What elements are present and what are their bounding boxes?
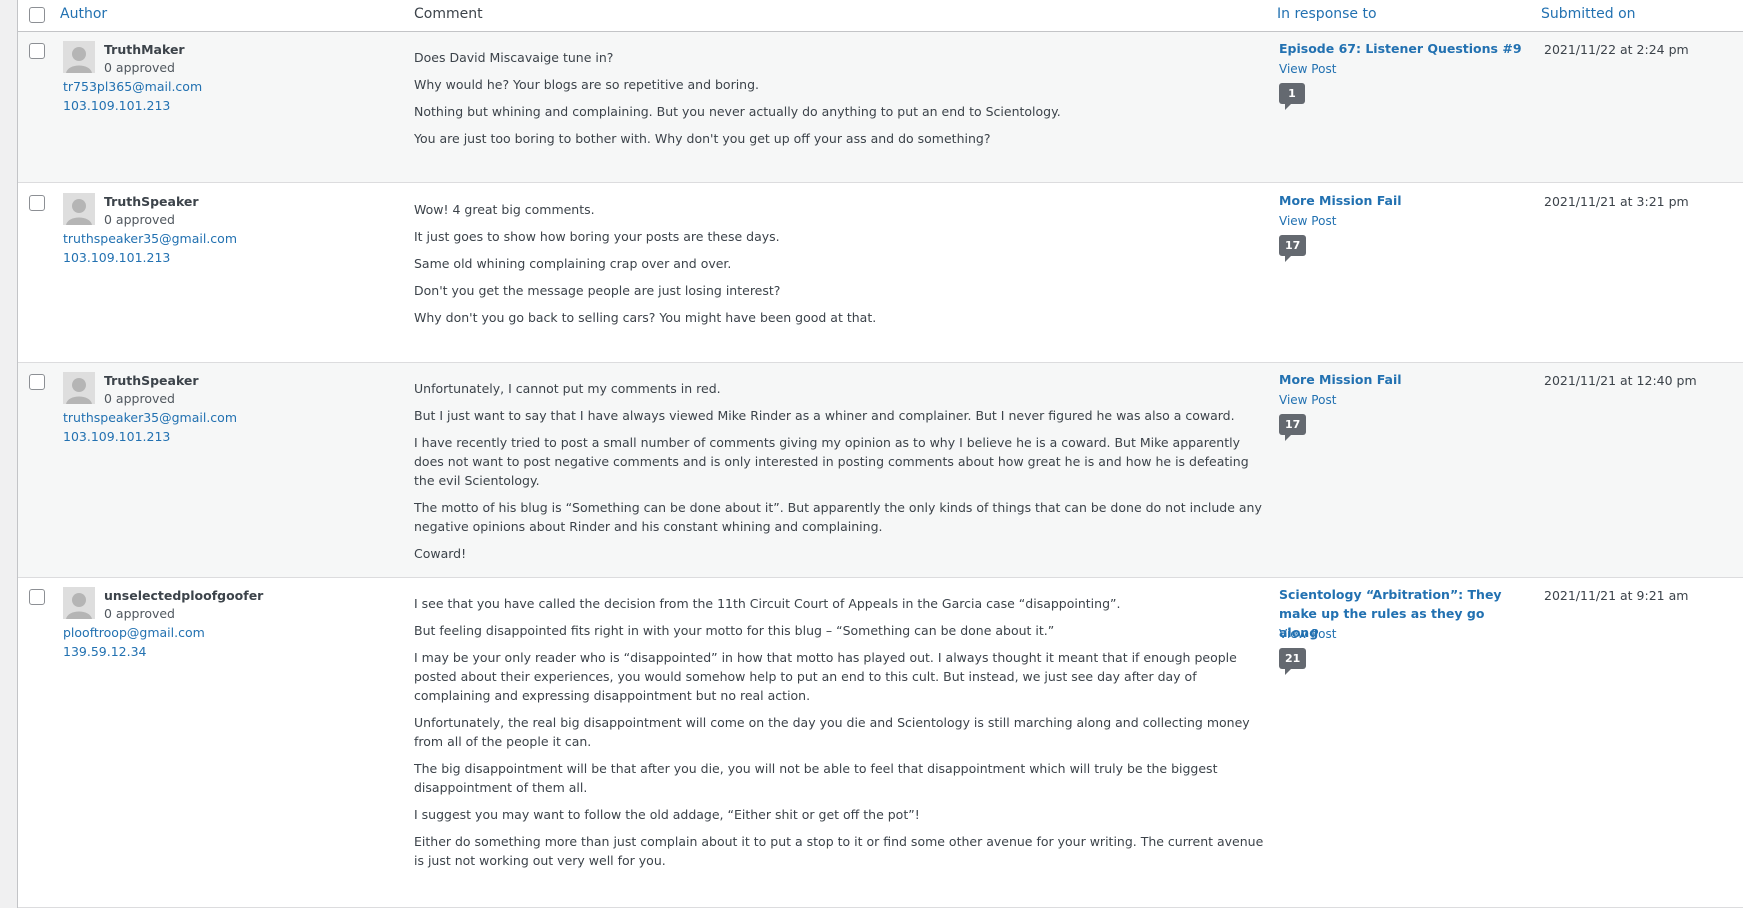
response-post-link[interactable]: More Mission Fail [1279, 191, 1524, 210]
submitted-date[interactable]: 2021/11/22 at 2:24 pm [1544, 42, 1689, 57]
avatar [63, 372, 95, 404]
author-ip[interactable]: 103.109.101.213 [63, 429, 170, 444]
author-name: TruthSpeaker [104, 194, 199, 209]
comment-text: I see that you have called the decision … [414, 594, 1264, 878]
comment-paragraph: The motto of his blug is “Something can … [414, 500, 1262, 534]
author-email[interactable]: plooftroop@gmail.com [63, 625, 205, 640]
column-in-response-to[interactable]: In response to [1277, 6, 1377, 22]
submitted-date[interactable]: 2021/11/21 at 9:21 am [1544, 588, 1688, 603]
row-checkbox[interactable] [29, 43, 45, 59]
table-header: Author Comment In response to Submitted … [18, 0, 1743, 32]
comments-page: Author Comment In response to Submitted … [0, 0, 1743, 908]
row-checkbox[interactable] [29, 374, 45, 390]
comment-paragraph: I may be your only reader who is “disapp… [414, 650, 1237, 703]
comment-paragraph: The big disappointment will be that afte… [414, 761, 1218, 795]
response-post-link[interactable]: More Mission Fail [1279, 370, 1524, 389]
author-email[interactable]: truthspeaker35@gmail.com [63, 231, 237, 246]
submitted-date[interactable]: 2021/11/21 at 3:21 pm [1544, 194, 1689, 209]
column-author[interactable]: Author [60, 6, 107, 22]
comment-paragraph: You are just too boring to bother with. … [414, 131, 991, 146]
column-submitted-on[interactable]: Submitted on [1541, 6, 1636, 22]
row-checkbox[interactable] [29, 195, 45, 211]
author-name: TruthMaker [104, 42, 185, 57]
comment-text: Wow! 4 great big comments. It just goes … [414, 200, 1264, 335]
avatar [63, 193, 95, 225]
comment-paragraph: Coward! [414, 546, 467, 561]
author-name: unselectedploofgoofer [104, 588, 264, 603]
comment-paragraph: I see that you have called the decision … [414, 596, 1121, 611]
comment-row: unselectedploofgoofer 0 approved plooftr… [18, 578, 1743, 908]
comment-paragraph: Does David Miscavaige tune in? [414, 50, 614, 65]
approved-count: 0 approved [104, 606, 175, 621]
comment-paragraph: Unfortunately, the real big disappointme… [414, 715, 1250, 749]
comment-paragraph: But I just want to say that I have alway… [414, 408, 1235, 423]
comment-paragraph: Unfortunately, I cannot put my comments … [414, 381, 721, 396]
comment-paragraph: Don't you get the message people are jus… [414, 283, 781, 298]
comment-count-badge[interactable]: 21 [1279, 648, 1307, 675]
comment-text: Unfortunately, I cannot put my comments … [414, 379, 1264, 571]
comment-row: TruthSpeaker 0 approved truthspeaker35@g… [18, 363, 1743, 578]
comment-paragraph: Same old whining complaining crap over a… [414, 256, 732, 271]
comment-paragraph: But feeling disappointed fits right in w… [414, 623, 1055, 638]
comment-row: TruthSpeaker 0 approved truthspeaker35@g… [18, 183, 1743, 363]
comment-paragraph: Wow! 4 great big comments. [414, 202, 595, 217]
view-post-link[interactable]: View Post [1279, 214, 1336, 228]
view-post-link[interactable]: View Post [1279, 393, 1336, 407]
author-name: TruthSpeaker [104, 373, 199, 388]
submitted-date[interactable]: 2021/11/21 at 12:40 pm [1544, 373, 1697, 388]
view-post-link[interactable]: View Post [1279, 627, 1336, 641]
comment-paragraph: I suggest you may want to follow the old… [414, 807, 920, 822]
author-email[interactable]: truthspeaker35@gmail.com [63, 410, 237, 425]
approved-count: 0 approved [104, 60, 175, 75]
comment-paragraph: It just goes to show how boring your pos… [414, 229, 780, 244]
comment-paragraph: Either do something more than just compl… [414, 834, 1264, 868]
author-email[interactable]: tr753pl365@mail.com [63, 79, 202, 94]
comments-table: Author Comment In response to Submitted … [17, 0, 1743, 908]
avatar [63, 41, 95, 73]
comment-count-badge[interactable]: 17 [1279, 235, 1307, 262]
comment-text: Does David Miscavaige tune in? Why would… [414, 48, 1264, 156]
avatar [63, 587, 95, 619]
author-ip[interactable]: 139.59.12.34 [63, 644, 147, 659]
comment-paragraph: Why don't you go back to selling cars? Y… [414, 310, 877, 325]
view-post-link[interactable]: View Post [1279, 62, 1336, 76]
author-ip[interactable]: 103.109.101.213 [63, 98, 170, 113]
approved-count: 0 approved [104, 391, 175, 406]
author-ip[interactable]: 103.109.101.213 [63, 250, 170, 265]
row-checkbox[interactable] [29, 589, 45, 605]
column-comment: Comment [414, 6, 483, 22]
comment-paragraph: Nothing but whining and complaining. But… [414, 104, 1061, 119]
comment-paragraph: Why would he? Your blogs are so repetiti… [414, 77, 760, 92]
approved-count: 0 approved [104, 212, 175, 227]
comment-paragraph: I have recently tried to post a small nu… [414, 435, 1249, 488]
comment-row: TruthMaker 0 approved tr753pl365@mail.co… [18, 32, 1743, 183]
response-post-link[interactable]: Episode 67: Listener Questions #9 [1279, 39, 1524, 58]
comment-count-badge[interactable]: 17 [1279, 414, 1307, 441]
select-all-checkbox[interactable] [29, 7, 45, 23]
comment-count-badge[interactable]: 1 [1279, 83, 1305, 110]
